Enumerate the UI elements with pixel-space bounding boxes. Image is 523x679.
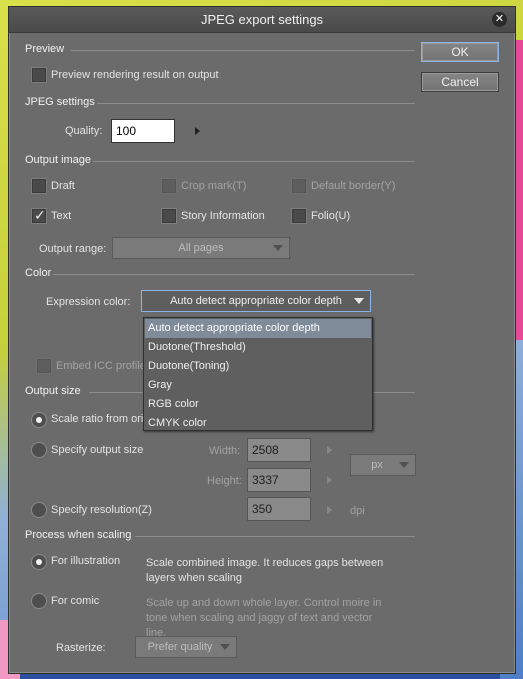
embed-icc-checkbox[interactable]: [37, 359, 51, 373]
output-range-value: All pages: [178, 242, 224, 254]
chevron-down-icon: [399, 462, 409, 468]
for-comic-radio[interactable]: [32, 594, 46, 608]
dpi-label: dpi: [350, 505, 365, 517]
chevron-down-icon: [273, 245, 283, 251]
ok-button[interactable]: OK: [421, 42, 499, 62]
unit-select[interactable]: px: [350, 454, 416, 476]
window-title: JPEG export settings: [200, 12, 324, 27]
for-illustration-radio[interactable]: [32, 555, 46, 569]
for-comic-description: Scale up and down whole layer. Control m…: [146, 597, 382, 639]
chevron-down-icon: [220, 644, 230, 650]
story-information-checkbox[interactable]: [162, 209, 176, 223]
specify-output-size-label: Specify output size: [51, 444, 144, 456]
width-input[interactable]: 2508: [247, 438, 311, 462]
height-slider-arrow-icon[interactable]: [327, 476, 332, 484]
divider: [97, 103, 415, 104]
width-label: Width:: [209, 445, 241, 457]
folio-checkbox[interactable]: [292, 209, 306, 223]
output-image-section-title: Output image: [25, 154, 92, 166]
dropdown-option-auto-detect[interactable]: Auto detect appropriate color depth: [145, 319, 371, 338]
specify-output-size-radio[interactable]: [32, 443, 46, 457]
scale-ratio-label: Scale ratio from orig: [51, 413, 150, 425]
default-border-label: Default border(Y): [311, 180, 396, 192]
default-border-checkbox[interactable]: [292, 179, 306, 193]
divider: [135, 536, 415, 537]
dropdown-option-rgb[interactable]: RGB color: [145, 395, 371, 414]
crop-mark-checkbox[interactable]: [162, 179, 176, 193]
crop-mark-label: Crop mark(T): [181, 180, 247, 192]
draft-label: Draft: [51, 180, 75, 192]
checkmark-icon: ✓: [34, 207, 46, 223]
quality-label: Quality:: [65, 125, 103, 137]
preview-rendering-checkbox[interactable]: [32, 68, 46, 82]
embed-icc-label: Embed ICC profile: [56, 360, 146, 372]
quality-slider-arrow-icon[interactable]: [195, 127, 200, 135]
output-range-select[interactable]: All pages: [112, 237, 290, 259]
height-label: Height:: [207, 475, 242, 487]
resolution-slider-arrow-icon[interactable]: [327, 506, 332, 514]
scale-ratio-radio[interactable]: [32, 413, 46, 427]
quality-input[interactable]: 100: [111, 119, 175, 143]
preview-section-title: Preview: [25, 43, 65, 55]
divider: [93, 161, 415, 162]
divider: [71, 50, 415, 51]
for-illustration-label: For illustration: [51, 555, 121, 567]
preview-rendering-label: Preview rendering result on output: [51, 69, 219, 81]
story-information-label: Story Information: [181, 210, 265, 222]
jpeg-export-dialog: JPEG export settings ✕ OK Cancel Preview…: [8, 6, 516, 674]
dropdown-option-gray[interactable]: Gray: [145, 376, 371, 395]
height-input[interactable]: 3337: [247, 468, 311, 492]
folio-label: Folio(U): [311, 210, 351, 222]
chevron-down-icon: [354, 298, 364, 304]
rasterize-select[interactable]: Prefer quality: [135, 636, 237, 658]
output-range-label: Output range:: [39, 243, 107, 255]
color-section-title: Color: [25, 267, 52, 279]
unit-value: px: [371, 459, 383, 471]
title-bar: JPEG export settings: [9, 7, 515, 33]
specify-resolution-label: Specify resolution(Z): [51, 504, 152, 516]
draft-checkbox[interactable]: [32, 179, 46, 193]
rasterize-label: Rasterize:: [56, 642, 106, 654]
for-comic-label: For comic: [51, 595, 100, 607]
text-checkbox[interactable]: ✓: [32, 207, 46, 223]
dropdown-option-duotone-toning[interactable]: Duotone(Toning): [145, 357, 371, 376]
expression-color-select[interactable]: Auto detect appropriate color depth: [141, 290, 371, 312]
divider: [53, 274, 415, 275]
text-label: Text: [51, 210, 72, 222]
scaling-section-title: Process when scaling: [25, 529, 132, 541]
width-slider-arrow-icon[interactable]: [327, 446, 332, 454]
expression-color-value: Auto detect appropriate color depth: [170, 295, 342, 307]
output-size-section-title: Output size: [25, 385, 81, 397]
expression-color-dropdown: Auto detect appropriate color depth Duot…: [143, 317, 373, 431]
for-illustration-description: Scale combined image. It reduces gaps be…: [146, 557, 384, 584]
cancel-button[interactable]: Cancel: [421, 72, 499, 92]
rasterize-value: Prefer quality: [147, 641, 213, 653]
resolution-input[interactable]: 350: [247, 497, 311, 521]
dropdown-option-cmyk[interactable]: CMYK color: [145, 414, 371, 433]
expression-color-label: Expression color:: [46, 296, 131, 308]
jpeg-section-title: JPEG settings: [25, 96, 95, 108]
specify-resolution-radio[interactable]: [32, 503, 46, 517]
dropdown-option-duotone-threshold[interactable]: Duotone(Threshold): [145, 338, 371, 357]
close-icon[interactable]: ✕: [492, 12, 507, 27]
